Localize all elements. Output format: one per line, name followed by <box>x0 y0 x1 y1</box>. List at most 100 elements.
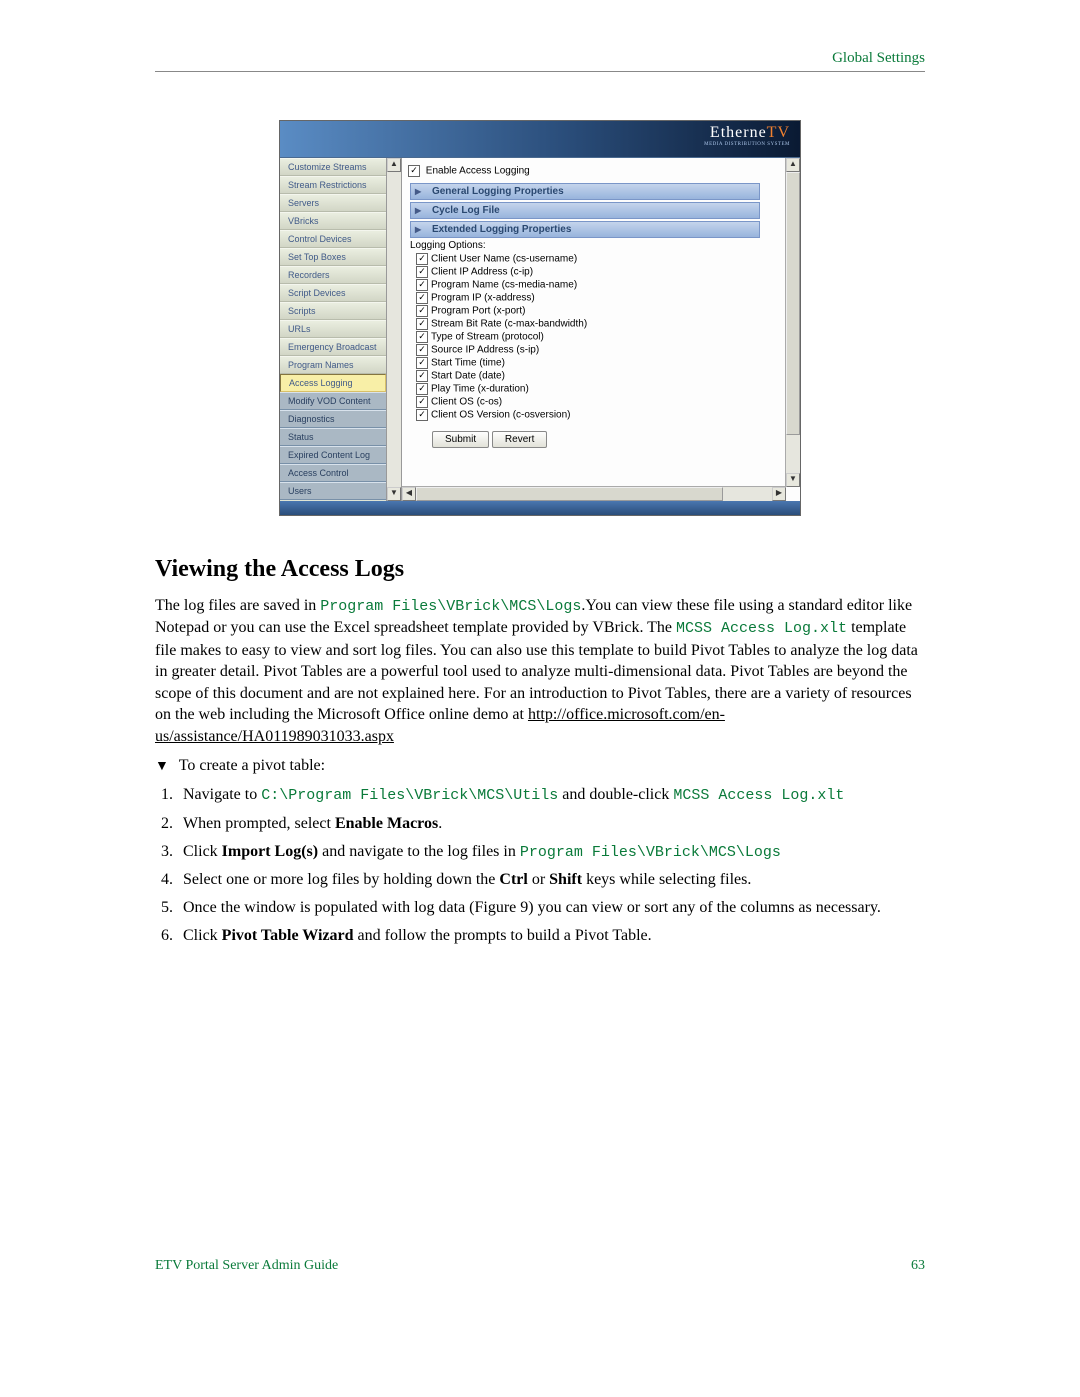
checkbox-icon[interactable] <box>416 409 428 421</box>
ss-footer-strip <box>280 501 800 515</box>
checkbox-icon[interactable] <box>416 318 428 330</box>
logging-option[interactable]: Start Date (date) <box>416 370 778 382</box>
content-hscrollbar[interactable]: ◀ ▶ <box>402 486 786 501</box>
sidebar-item[interactable]: Recorders <box>280 266 386 284</box>
path-text: MCSS Access Log.xlt <box>673 787 844 804</box>
logging-option[interactable]: Stream Bit Rate (c-max-bandwidth) <box>416 318 778 330</box>
option-label: Program IP (x-address) <box>431 293 535 304</box>
sidebar-item[interactable]: Program Names <box>280 356 386 374</box>
logging-option[interactable]: Start Time (time) <box>416 357 778 369</box>
sidebar-item[interactable]: Emergency Broadcast <box>280 338 386 356</box>
sidebar-item[interactable]: Set Top Boxes <box>280 248 386 266</box>
text: Navigate to <box>183 786 261 803</box>
scroll-up-icon[interactable]: ▲ <box>387 158 401 172</box>
option-label: Client User Name (cs-username) <box>431 254 577 265</box>
sidebar-item[interactable]: URLs <box>280 320 386 338</box>
section-label: General Logging Properties <box>432 186 564 197</box>
scroll-down-icon[interactable]: ▼ <box>786 473 800 487</box>
footer-page-number: 63 <box>911 1258 925 1274</box>
sidebar-item[interactable]: Modify VOD Content <box>280 392 386 410</box>
header-rule <box>155 71 925 72</box>
checkbox-icon[interactable] <box>416 331 428 343</box>
checkbox-icon[interactable] <box>416 396 428 408</box>
path-text: Program Files\VBrick\MCS\Logs <box>320 598 581 615</box>
content-vscrollbar[interactable]: ▲ ▼ <box>785 158 800 487</box>
text: keys while selecting files. <box>582 871 751 888</box>
sidebar-item[interactable]: VBricks <box>280 212 386 230</box>
section-general-logging[interactable]: ▶ General Logging Properties <box>410 183 760 200</box>
checkbox-icon[interactable] <box>416 266 428 278</box>
text: Click <box>183 843 222 860</box>
section-heading: Viewing the Access Logs <box>155 556 925 583</box>
checkbox-icon[interactable] <box>416 292 428 304</box>
scroll-thumb[interactable] <box>786 172 800 435</box>
scroll-up-icon[interactable]: ▲ <box>786 158 800 172</box>
checkbox-icon[interactable] <box>416 253 428 265</box>
footer-doc-title: ETV Portal Server Admin Guide <box>155 1258 338 1274</box>
logo: EtherneTV MEDIA DISTRIBUTION SYSTEM <box>704 124 790 147</box>
task-line: ▼ To create a pivot table: <box>155 757 925 775</box>
steps-list: Navigate to C:\Program Files\VBrick\MCS\… <box>155 783 925 948</box>
logging-option[interactable]: Program Name (cs-media-name) <box>416 279 778 291</box>
sidebar-item[interactable]: Stream Restrictions <box>280 176 386 194</box>
section-cycle-log[interactable]: ▶ Cycle Log File <box>410 202 760 219</box>
text: Click <box>183 927 222 944</box>
sidebar-item[interactable]: Script Devices <box>280 284 386 302</box>
sidebar-item[interactable]: Access Control <box>280 464 386 482</box>
page-footer: ETV Portal Server Admin Guide 63 <box>155 1258 925 1274</box>
enable-access-logging-field[interactable]: Enable Access Logging <box>408 165 778 177</box>
bold-text: Ctrl <box>499 871 527 888</box>
scroll-left-icon[interactable]: ◀ <box>402 487 416 501</box>
checkbox-icon[interactable] <box>408 165 420 177</box>
logging-option[interactable]: Client OS Version (c-osversion) <box>416 409 778 421</box>
option-label: Start Date (date) <box>431 371 505 382</box>
logging-option[interactable]: Source IP Address (s-ip) <box>416 344 778 356</box>
sidebar-item[interactable]: Expired Content Log <box>280 446 386 464</box>
option-label: Client OS Version (c-osversion) <box>431 410 571 421</box>
revert-button[interactable]: Revert <box>492 431 547 448</box>
section-label: Extended Logging Properties <box>432 224 571 235</box>
sidebar-item[interactable]: Customize Streams <box>280 158 386 176</box>
checkbox-icon[interactable] <box>416 279 428 291</box>
step-item: Click Pivot Table Wizard and follow the … <box>177 924 925 948</box>
chevron-right-icon: ▶ <box>415 206 421 215</box>
sidebar-item[interactable]: Access Logging <box>280 374 386 392</box>
section-extended-logging[interactable]: ▶ Extended Logging Properties <box>410 221 760 238</box>
checkbox-icon[interactable] <box>416 370 428 382</box>
sidebar-item[interactable]: Diagnostics <box>280 410 386 428</box>
sidebar-item[interactable]: Control Devices <box>280 230 386 248</box>
step-item: Navigate to C:\Program Files\VBrick\MCS\… <box>177 783 925 808</box>
logging-option[interactable]: Program IP (x-address) <box>416 292 778 304</box>
logging-option[interactable]: Play Time (x-duration) <box>416 383 778 395</box>
sidebar-item[interactable]: Status <box>280 428 386 446</box>
scroll-thumb[interactable] <box>416 487 723 501</box>
text: . <box>438 815 442 832</box>
logging-option[interactable]: Program Port (x-port) <box>416 305 778 317</box>
logo-text-a: Etherne <box>710 124 767 141</box>
logging-option[interactable]: Type of Stream (protocol) <box>416 331 778 343</box>
checkbox-icon[interactable] <box>416 383 428 395</box>
logging-option[interactable]: Client User Name (cs-username) <box>416 253 778 265</box>
logging-option[interactable]: Client IP Address (c-ip) <box>416 266 778 278</box>
checkbox-icon[interactable] <box>416 305 428 317</box>
option-label: Client IP Address (c-ip) <box>431 267 533 278</box>
logging-option[interactable]: Client OS (c-os) <box>416 396 778 408</box>
sidebar-scrollbar[interactable]: ▲ ▼ <box>386 158 402 501</box>
checkbox-icon[interactable] <box>416 344 428 356</box>
scroll-down-icon[interactable]: ▼ <box>387 487 401 501</box>
scroll-right-icon[interactable]: ▶ <box>772 487 786 501</box>
bold-text: Pivot Table Wizard <box>222 927 354 944</box>
text: and navigate to the log files in <box>318 843 520 860</box>
sidebar-item[interactable]: Users <box>280 482 386 500</box>
option-label: Source IP Address (s-ip) <box>431 345 539 356</box>
sidebar-item[interactable]: Servers <box>280 194 386 212</box>
checkbox-icon[interactable] <box>416 357 428 369</box>
option-label: Play Time (x-duration) <box>431 384 529 395</box>
ss-content: Enable Access Logging ▶ General Logging … <box>402 158 800 501</box>
sidebar-item[interactable]: Scripts <box>280 302 386 320</box>
submit-button[interactable]: Submit <box>432 431 489 448</box>
option-label: Program Port (x-port) <box>431 306 525 317</box>
chevron-right-icon: ▶ <box>415 225 421 234</box>
ss-banner: EtherneTV MEDIA DISTRIBUTION SYSTEM <box>280 121 800 158</box>
text: Select one or more log files by holding … <box>183 871 499 888</box>
